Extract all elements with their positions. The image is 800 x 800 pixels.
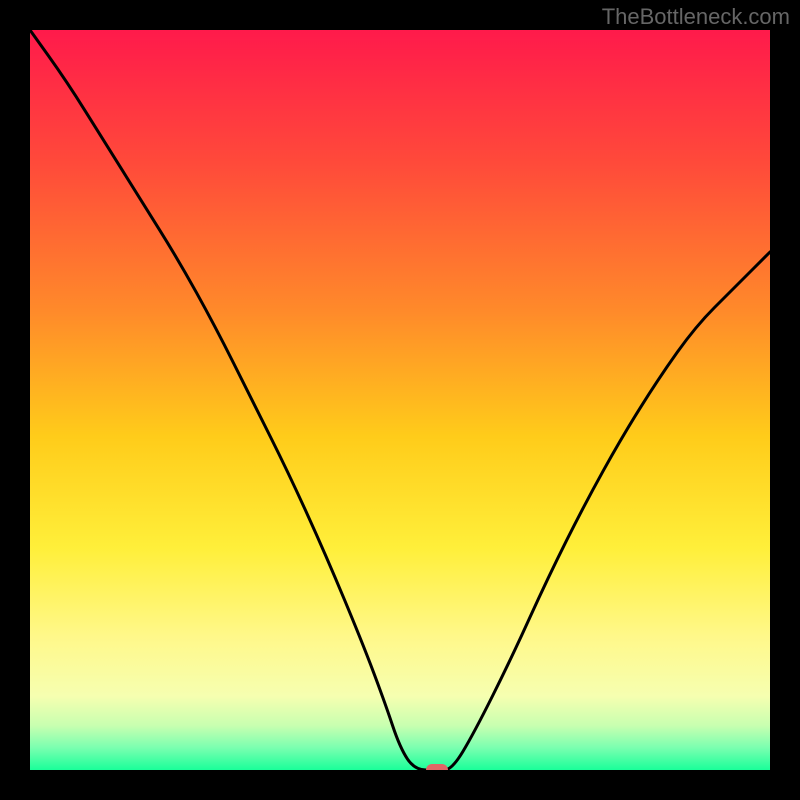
min-marker xyxy=(426,764,448,770)
plot-area xyxy=(30,30,770,770)
watermark-text: TheBottleneck.com xyxy=(602,4,790,30)
chart-container: TheBottleneck.com xyxy=(0,0,800,800)
bottleneck-curve xyxy=(30,30,770,770)
